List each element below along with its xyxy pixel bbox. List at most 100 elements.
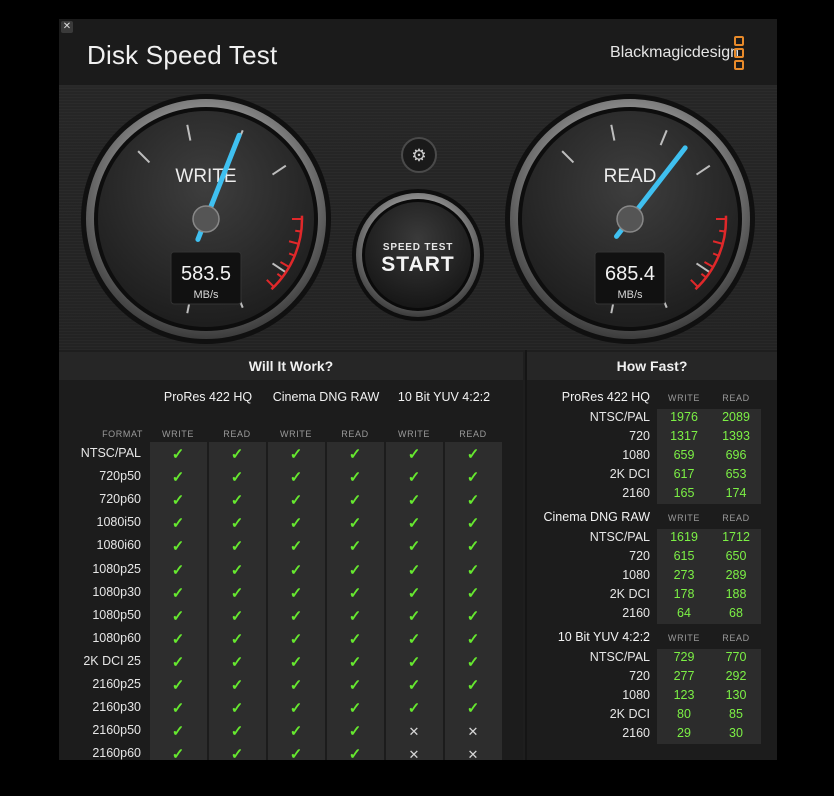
write-speed-cell: 659 — [673, 448, 695, 462]
checkmark-icon: ✓ — [230, 584, 244, 602]
checkmark-icon: ✓ — [230, 515, 244, 533]
read-gauge: READ 685.4 MB/s — [505, 94, 755, 344]
checkmark-icon: ✓ — [466, 700, 480, 718]
checkmark-icon: ✓ — [348, 492, 362, 510]
how-fast-format: 720 — [629, 549, 650, 563]
read-speed-cell: 188 — [725, 587, 747, 601]
write-column-label: WRITE — [280, 429, 312, 439]
checkmark-icon: ✓ — [230, 653, 244, 671]
how-fast-format: 2K DCI — [609, 587, 650, 601]
checkmark-icon: ✓ — [171, 700, 185, 718]
checkmark-icon: ✓ — [407, 515, 421, 533]
checkmark-icon: ✓ — [289, 469, 303, 487]
checkmark-icon: ✓ — [230, 561, 244, 579]
start-button[interactable]: SPEED TEST START — [352, 189, 484, 321]
how-fast-codec-title: Cinema DNG RAW — [543, 510, 651, 524]
checkmark-icon: ✓ — [466, 492, 480, 510]
read-speed-cell: 68 — [729, 606, 743, 620]
cross-icon: ✕ — [467, 724, 479, 740]
checkmark-icon: ✓ — [230, 538, 244, 556]
checkmark-icon: ✓ — [289, 700, 303, 718]
format-name: 2160p25 — [92, 677, 141, 691]
checkmark-icon: ✓ — [171, 515, 185, 533]
write-speed-cell: 1619 — [670, 530, 698, 544]
write-needle-hub — [192, 205, 220, 233]
how-fast-format: 2160 — [622, 726, 650, 740]
checkmark-icon: ✓ — [407, 584, 421, 602]
how-fast-table: ProRes 422 HQ WRITE READ NTSC/PAL 1976 2089 72… — [527, 380, 777, 760]
write-column-label: WRITE — [668, 393, 700, 403]
format-name: 1080p60 — [92, 630, 141, 645]
format-name: 2160p60 — [92, 746, 141, 760]
how-fast-format: 1080 — [622, 568, 650, 582]
read-speed-cell: 292 — [725, 669, 747, 683]
checkmark-icon: ✓ — [289, 746, 303, 760]
checkmark-icon: ✓ — [289, 677, 303, 694]
checkmark-icon: ✓ — [171, 446, 185, 463]
checkmark-icon: ✓ — [230, 630, 244, 648]
write-speed-cell: 729 — [673, 650, 695, 664]
write-speed-cell: 29 — [677, 726, 691, 740]
read-column-label: READ — [459, 429, 487, 439]
codec-header: ProRes 422 HQ — [163, 390, 253, 404]
write-speed-cell: 64 — [677, 606, 691, 620]
format-column-label: FORMAT — [102, 429, 143, 439]
title-bar: ✕ Disk Speed Test Blackmagicdesign — [59, 19, 777, 86]
checkmark-icon: ✓ — [466, 630, 480, 648]
checkmark-icon: ✓ — [230, 746, 244, 760]
format-name: 1080i50 — [96, 515, 142, 530]
checkmark-icon: ✓ — [407, 446, 421, 463]
checkmark-icon: ✓ — [348, 723, 362, 741]
checkmark-icon: ✓ — [171, 538, 185, 556]
read-speed-cell: 653 — [725, 467, 747, 481]
read-speed-value: 685.4 — [605, 263, 655, 285]
write-speed-value: 583.5 — [181, 263, 231, 285]
checkmark-icon: ✓ — [230, 607, 244, 625]
checkmark-icon: ✓ — [348, 746, 362, 760]
how-fast-codec-title: ProRes 422 HQ — [561, 390, 650, 404]
write-speed-cell: 178 — [673, 587, 695, 601]
cross-icon: ✕ — [467, 747, 479, 760]
write-column-label: WRITE — [668, 633, 700, 643]
will-it-work-header: Will It Work? — [59, 352, 523, 380]
write-speed-cell: 615 — [673, 549, 695, 563]
format-name: 720p50 — [99, 469, 141, 484]
brand-logo-icon — [734, 36, 746, 72]
close-button[interactable]: ✕ — [61, 21, 73, 33]
checkmark-icon: ✓ — [348, 446, 362, 463]
how-fast-format: 2K DCI — [609, 467, 650, 481]
how-fast-format: NTSC/PAL — [589, 410, 650, 424]
checkmark-icon: ✓ — [407, 469, 421, 487]
read-speed-cell: 289 — [725, 568, 747, 582]
checkmark-icon: ✓ — [289, 515, 303, 533]
checkmark-icon: ✓ — [348, 515, 362, 533]
checkmark-icon: ✓ — [289, 561, 303, 579]
how-fast-format: 720 — [629, 669, 650, 683]
checkmark-icon: ✓ — [407, 653, 421, 671]
checkmark-icon: ✓ — [171, 677, 185, 694]
app-title: Disk Speed Test — [87, 40, 278, 70]
start-button-label: START — [381, 253, 454, 276]
checkmark-icon: ✓ — [407, 607, 421, 625]
format-name: 2160p30 — [92, 700, 141, 715]
gauge-panel: WRITE 583.5 MB/s READ 685.4 MB/s ⚙ SPEED… — [59, 86, 777, 350]
write-speed-cell: 617 — [673, 467, 695, 481]
checkmark-icon: ✓ — [407, 630, 421, 648]
checkmark-icon: ✓ — [230, 700, 244, 718]
settings-button[interactable]: ⚙ — [401, 137, 437, 173]
write-speed-cell: 165 — [673, 486, 695, 500]
write-column-label: WRITE — [668, 513, 700, 523]
checkmark-icon: ✓ — [230, 446, 244, 463]
checkmark-icon: ✓ — [289, 653, 303, 671]
checkmark-icon: ✓ — [289, 584, 303, 602]
checkmark-icon: ✓ — [466, 446, 480, 463]
checkmark-icon: ✓ — [289, 630, 303, 648]
how-fast-format: 720 — [629, 429, 650, 443]
how-fast-format: 1080 — [622, 448, 650, 462]
how-fast-header: How Fast? — [527, 352, 777, 380]
write-gauge: WRITE 583.5 MB/s — [81, 94, 331, 344]
checkmark-icon: ✓ — [171, 469, 185, 487]
read-gauge-label: READ — [604, 166, 657, 187]
read-speed-cell: 1393 — [722, 429, 750, 443]
read-column-label: READ — [722, 513, 750, 523]
